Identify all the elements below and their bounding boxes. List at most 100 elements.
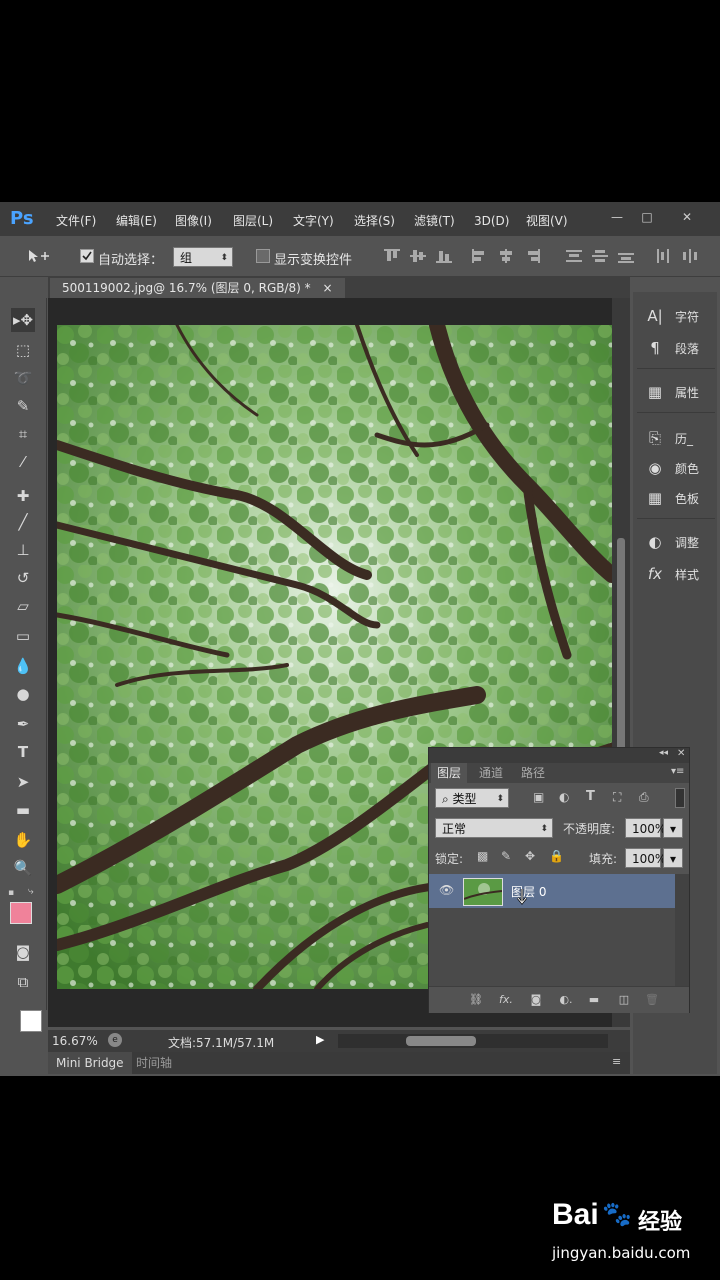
- move-tool-preset-icon[interactable]: [26, 248, 52, 264]
- gradient-tool-icon[interactable]: ▭: [11, 624, 35, 648]
- minimize-button[interactable]: —: [604, 208, 630, 226]
- background-color-swatch[interactable]: [20, 1010, 42, 1032]
- layer-style-icon[interactable]: fx.: [497, 993, 515, 1007]
- mini-bridge-tab[interactable]: Mini Bridge: [48, 1052, 132, 1074]
- swap-colors-icon[interactable]: ⤷: [28, 886, 34, 897]
- document-tab[interactable]: 500119002.jpg@ 16.7% (图层 0, RGB/8) * ×: [50, 278, 345, 298]
- menu-filter[interactable]: 滤镜(T): [414, 202, 455, 236]
- quick-mask-icon[interactable]: ◙: [11, 940, 35, 964]
- restore-button[interactable]: □: [634, 208, 660, 226]
- panel-options-icon[interactable]: ▾≡: [671, 766, 684, 777]
- horizontal-scroll-thumb[interactable]: [406, 1036, 476, 1046]
- healing-brush-tool-icon[interactable]: ✚: [11, 484, 35, 508]
- fill-field[interactable]: 100%: [625, 848, 666, 868]
- lasso-tool-icon[interactable]: ➰: [11, 366, 35, 390]
- visibility-eye-icon[interactable]: 👁: [439, 883, 454, 897]
- move-tool-icon[interactable]: ▸✥: [11, 308, 35, 332]
- new-layer-icon[interactable]: ◫: [615, 993, 633, 1007]
- auto-select-dropdown[interactable]: 组 ⬍: [173, 247, 233, 267]
- filter-smartobject-icon[interactable]: ⎙: [639, 790, 649, 805]
- horizontal-scrollbar[interactable]: [338, 1034, 608, 1048]
- distribute-left-icon[interactable]: [656, 249, 672, 263]
- auto-select-checkbox[interactable]: [80, 249, 94, 263]
- path-selection-tool-icon[interactable]: ➤: [11, 770, 35, 794]
- layer-row[interactable]: 👁 图层 0: [429, 874, 675, 908]
- history-brush-tool-icon[interactable]: ↺: [11, 566, 35, 590]
- eraser-tool-icon[interactable]: ▱: [11, 594, 35, 618]
- type-tool-icon[interactable]: T: [11, 740, 35, 764]
- document-info-icon[interactable]: e: [108, 1033, 122, 1047]
- new-adjustment-layer-icon[interactable]: ◐.: [557, 993, 575, 1007]
- close-panel-icon[interactable]: ✕: [677, 748, 685, 759]
- align-right-icon[interactable]: [524, 249, 540, 263]
- dock-item-history[interactable]: ⎘ 历_: [641, 424, 715, 452]
- align-top-icon[interactable]: [384, 249, 400, 263]
- menu-view[interactable]: 视图(V): [526, 202, 568, 236]
- align-vcenter-icon[interactable]: [410, 249, 426, 263]
- delete-layer-icon[interactable]: 🗑: [643, 993, 661, 1007]
- blur-tool-icon[interactable]: 💧: [11, 654, 35, 678]
- menu-layer[interactable]: 图层(L): [233, 202, 273, 236]
- filter-adjustment-icon[interactable]: ◐: [559, 790, 569, 804]
- hand-tool-icon[interactable]: ✋: [11, 828, 35, 852]
- status-menu-arrow-icon[interactable]: ▶: [316, 1033, 324, 1046]
- brush-tool-icon[interactable]: ╱: [11, 510, 35, 534]
- layer-filter-dropdown[interactable]: ⌕ 类型 ⬍: [435, 788, 509, 808]
- fill-dropdown-button[interactable]: ▾: [663, 848, 683, 868]
- opacity-dropdown-button[interactable]: ▾: [663, 818, 683, 838]
- dock-item-character[interactable]: A| 字符: [641, 302, 715, 330]
- eyedropper-tool-icon[interactable]: ⁄: [11, 450, 35, 474]
- menu-image[interactable]: 图像(I): [175, 202, 212, 236]
- timeline-tab[interactable]: 时间轴: [136, 1052, 172, 1074]
- add-mask-icon[interactable]: ◙: [527, 993, 545, 1007]
- menu-edit[interactable]: 编辑(E): [116, 202, 157, 236]
- lock-transparent-icon[interactable]: ▩: [477, 849, 488, 863]
- menu-select[interactable]: 选择(S): [354, 202, 395, 236]
- menu-type[interactable]: 文字(Y): [293, 202, 334, 236]
- new-group-icon[interactable]: ▬: [585, 993, 603, 1007]
- filter-type-icon[interactable]: T: [586, 789, 595, 804]
- marquee-tool-icon[interactable]: ⬚: [11, 338, 35, 362]
- lock-position-icon[interactable]: ✥: [525, 849, 535, 863]
- dock-item-paragraph[interactable]: ¶ 段落: [641, 334, 715, 362]
- dock-item-swatches[interactable]: ▦ 色板: [641, 484, 715, 512]
- link-layers-icon[interactable]: ⛓: [467, 993, 485, 1007]
- align-left-icon[interactable]: [472, 249, 488, 263]
- crop-tool-icon[interactable]: ⌗: [11, 422, 35, 446]
- distribute-hcenter-icon[interactable]: [682, 249, 698, 263]
- filter-shape-icon[interactable]: ⛶: [613, 790, 621, 805]
- filter-toggle[interactable]: [675, 788, 685, 808]
- show-transform-checkbox[interactable]: [256, 249, 270, 263]
- tab-channels[interactable]: 通道: [473, 763, 509, 783]
- dock-item-color[interactable]: ◉ 颜色: [641, 454, 715, 482]
- quick-selection-tool-icon[interactable]: ✎: [11, 394, 35, 418]
- close-window-button[interactable]: ✕: [674, 208, 700, 226]
- default-colors-icon[interactable]: ▪: [8, 888, 18, 898]
- screen-mode-icon[interactable]: ⧉: [11, 970, 35, 994]
- zoom-tool-icon[interactable]: 🔍: [11, 856, 35, 880]
- align-hcenter-icon[interactable]: [498, 249, 514, 263]
- layers-panel-header[interactable]: ◂◂ ✕: [429, 748, 689, 763]
- foreground-color-swatch[interactable]: [10, 902, 32, 924]
- distribute-bottom-icon[interactable]: [618, 249, 634, 263]
- opacity-field[interactable]: 100%: [625, 818, 666, 838]
- lock-all-icon[interactable]: 🔒: [549, 849, 564, 863]
- tab-layers[interactable]: 图层: [431, 763, 468, 783]
- lock-image-icon[interactable]: ✎: [501, 849, 511, 863]
- blend-mode-dropdown[interactable]: 正常 ⬍: [435, 818, 553, 838]
- close-tab-icon[interactable]: ×: [322, 281, 332, 295]
- layer-list-scrollbar[interactable]: [675, 874, 689, 986]
- clone-stamp-tool-icon[interactable]: ⊥: [11, 538, 35, 562]
- dock-item-properties[interactable]: ▦ 属性: [641, 378, 715, 406]
- menu-file[interactable]: 文件(F): [56, 202, 96, 236]
- dock-item-adjustments[interactable]: ◐ 调整: [641, 528, 715, 556]
- zoom-level[interactable]: 16.67%: [52, 1034, 98, 1048]
- filter-pixel-icon[interactable]: ▣: [533, 790, 544, 804]
- distribute-top-icon[interactable]: [566, 249, 582, 263]
- align-bottom-icon[interactable]: [436, 249, 452, 263]
- panel-menu-icon[interactable]: ≡: [612, 1055, 621, 1068]
- dodge-tool-icon[interactable]: ●: [11, 682, 35, 706]
- menu-3d[interactable]: 3D(D): [474, 202, 509, 236]
- collapse-panel-icon[interactable]: ◂◂: [659, 748, 668, 758]
- dock-item-styles[interactable]: fx 样式: [641, 560, 715, 588]
